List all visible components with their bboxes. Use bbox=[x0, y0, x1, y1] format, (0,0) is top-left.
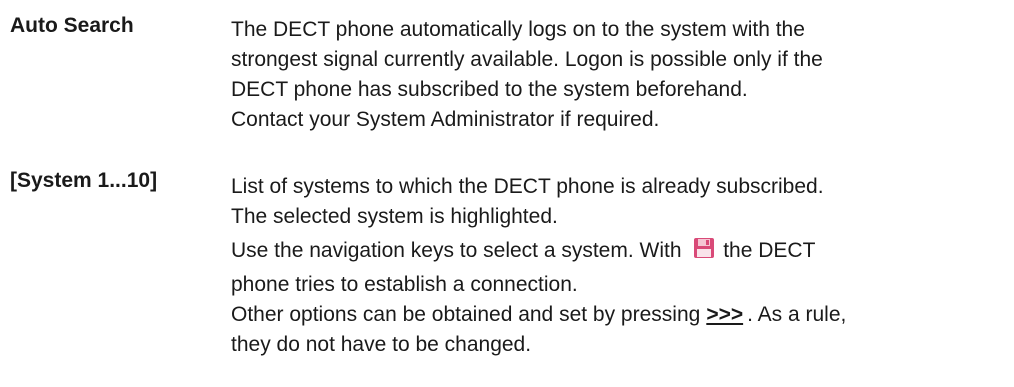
description-line-nav: Use the navigation keys to select a syst… bbox=[231, 236, 846, 270]
options-text-before: Other options can be obtained and set by… bbox=[231, 303, 701, 326]
nav-text-after: the DECT bbox=[723, 239, 816, 262]
term-auto-search: Auto Search bbox=[10, 14, 134, 37]
description-line: phone tries to establish a connection. bbox=[231, 273, 578, 296]
description-line: they do not have to be changed. bbox=[231, 333, 532, 356]
more-options-link[interactable]: >>> bbox=[706, 303, 743, 326]
description-line-options: Other options can be obtained and set by… bbox=[231, 300, 846, 330]
description-line: Contact your System Administrator if req… bbox=[231, 108, 660, 131]
description-line: List of systems to which the DECT phone … bbox=[231, 175, 824, 198]
term-system-list: [System 1...10] bbox=[10, 169, 158, 192]
description-line: strongest signal currently available. Lo… bbox=[231, 48, 823, 71]
save-icon bbox=[693, 237, 715, 268]
nav-text-before: Use the navigation keys to select a syst… bbox=[231, 239, 682, 262]
description-system-list: List of systems to which the DECT phone … bbox=[231, 172, 846, 360]
description-line: DECT phone has subscribed to the system … bbox=[231, 78, 748, 101]
description-auto-search: The DECT phone automatically logs on to … bbox=[231, 15, 823, 135]
description-line: The selected system is highlighted. bbox=[231, 205, 558, 228]
description-line: The DECT phone automatically logs on to … bbox=[231, 18, 805, 41]
options-text-after: . As a rule, bbox=[747, 303, 847, 326]
